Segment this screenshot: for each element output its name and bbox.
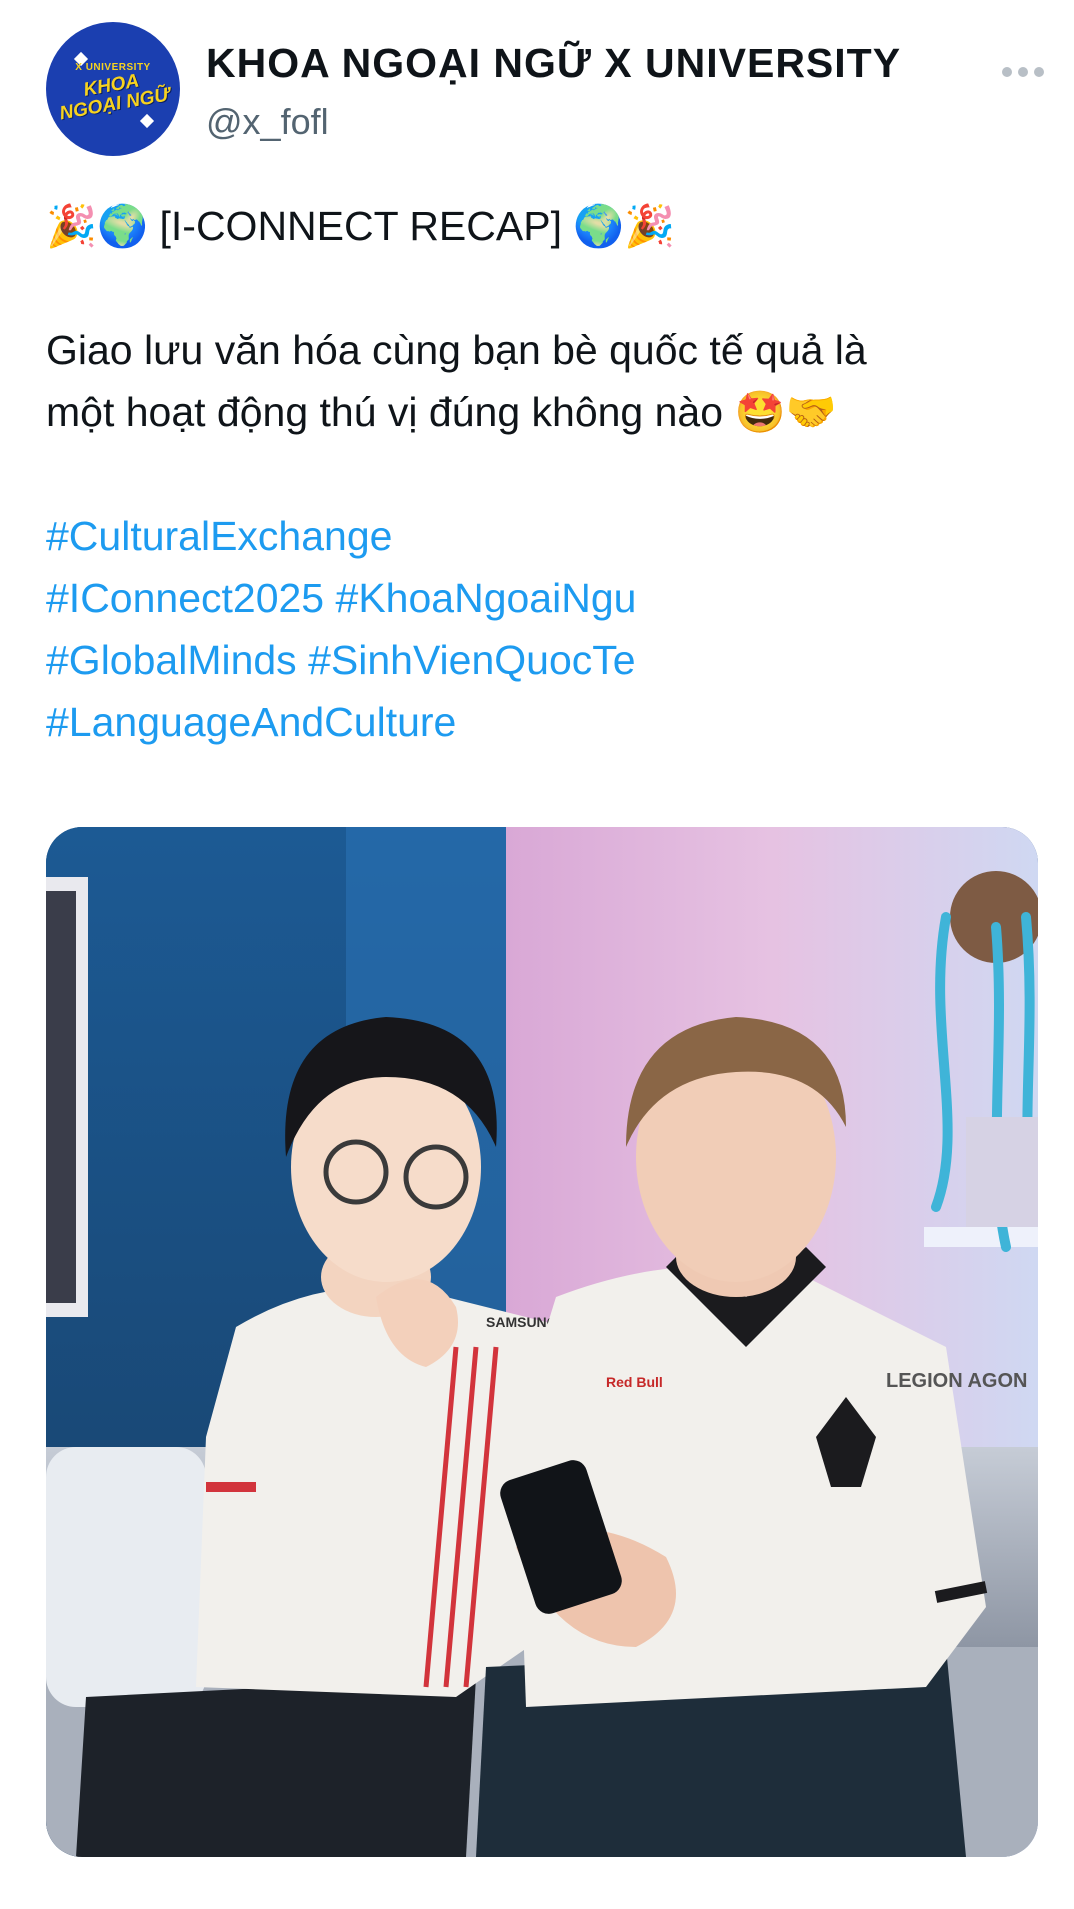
- right-sleeve-text: LEGION AGON: [886, 1370, 1027, 1392]
- post-photo[interactable]: SAMSUNG Odyssey Red Bull LEGION AGON: [46, 827, 1038, 1857]
- starstruck-handshake-emoji: 🤩🤝: [734, 388, 837, 436]
- post-text: 🎉🌍 [I-CONNECT RECAP] 🌍🎉 Giao lưu văn hóa…: [46, 195, 1036, 753]
- post-body-line-1: Giao lưu văn hóa cùng bạn bè quốc tế quả…: [46, 327, 867, 373]
- wall-frame-inner: [46, 891, 76, 1303]
- dot-icon: [1002, 67, 1012, 77]
- hashtag-link[interactable]: #GlobalMinds: [46, 637, 297, 683]
- post-title-line: 🎉🌍 [I-CONNECT RECAP] 🌍🎉: [46, 195, 1036, 257]
- shelf: [924, 1227, 1038, 1247]
- hashtag-link[interactable]: #SinhVienQuocTe: [308, 637, 635, 683]
- photo-illustration: SAMSUNG Odyssey Red Bull LEGION AGON: [46, 827, 1038, 1857]
- post-header: X UNIVERSITY KHOA NGOẠI NGỮ KHOA NGOẠI N…: [46, 22, 1044, 158]
- post-body-line-2: một hoạt động thú vị đúng không nào 🤩🤝: [46, 381, 1036, 443]
- hashtag-link[interactable]: #CulturalExchange: [46, 513, 392, 559]
- user-handle[interactable]: @x_fofl: [206, 101, 329, 143]
- cushion: [46, 1447, 206, 1707]
- globe-party-emoji: 🌍🎉: [573, 202, 676, 250]
- hashtag-link[interactable]: #IConnect2025: [46, 575, 324, 621]
- post-body-text: một hoạt động thú vị đúng không nào: [46, 389, 724, 435]
- hashtag-line-3: #GlobalMinds #SinhVienQuocTe: [46, 629, 1036, 691]
- dot-icon: [1018, 67, 1028, 77]
- hashtag-line-4: #LanguageAndCulture: [46, 691, 1036, 753]
- dot-icon: [1034, 67, 1044, 77]
- hashtag-link[interactable]: #LanguageAndCulture: [46, 699, 456, 745]
- left-pants: [76, 1677, 476, 1857]
- party-globe-emoji: 🎉🌍: [46, 202, 149, 250]
- wall-box: [966, 1117, 1038, 1227]
- hashtag-line-1: #CulturalExchange: [46, 505, 1036, 567]
- avatar-logo-text: KHOA NGOẠI NGỮ: [46, 65, 180, 126]
- hashtag-line-2: #IConnect2025 #KhoaNgoaiNgu: [46, 567, 1036, 629]
- display-name[interactable]: KHOA NGOẠI NGỮ X UNIVERSITY: [206, 40, 901, 87]
- hashtag-link[interactable]: #KhoaNgoaiNgu: [336, 575, 637, 621]
- sparkle-icon: [139, 113, 155, 129]
- right-jersey-text: Red Bull: [606, 1374, 663, 1390]
- profile-avatar[interactable]: X UNIVERSITY KHOA NGOẠI NGỮ: [46, 22, 180, 156]
- more-options-button[interactable]: [1002, 62, 1044, 82]
- post-title: [I-CONNECT RECAP]: [159, 203, 562, 249]
